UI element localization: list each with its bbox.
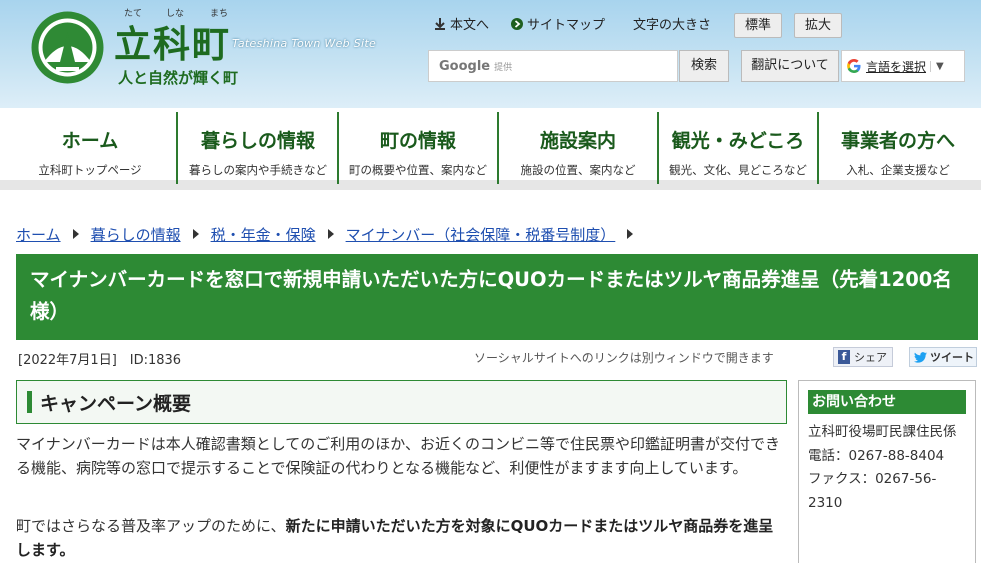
section-heading: キャンペーン概要	[16, 380, 787, 424]
google-provided-label: 提供	[494, 62, 513, 73]
campaign-paragraph-1: マイナンバーカードは本人確認書類としてのご利用のほか、お近くのコンビニ等で住民票…	[16, 435, 780, 477]
nav-item-sub: 町の概要や位置、案内など	[349, 163, 487, 177]
facebook-share-button[interactable]: f シェア	[833, 347, 893, 367]
paragraph-text: 町ではさらなる普及率アップのために、	[16, 517, 286, 535]
nav-item-business[interactable]: 事業者の方へ 入札、企業支援など	[820, 108, 976, 183]
nav-divider	[657, 112, 659, 184]
language-select-label: 言語を選択	[866, 59, 927, 74]
breadcrumb-arrow-icon	[627, 229, 634, 239]
nav-item-town-info[interactable]: 町の情報 町の概要や位置、案内など	[340, 108, 496, 183]
nav-item-tourism[interactable]: 観光・みどころ 観光、文化、見どころなど	[660, 108, 816, 183]
breadcrumb-tax[interactable]: 税・年金・保険	[211, 224, 316, 245]
nav-divider	[817, 112, 819, 184]
nav-item-title: 観光・みどころ	[671, 130, 805, 152]
breadcrumb-arrow-icon	[72, 229, 79, 239]
site-name-en: Tateshina Town Web Site	[232, 37, 377, 50]
sitemap-label: サイトマップ	[527, 18, 606, 33]
language-select[interactable]: 言語を選択 ▼	[841, 50, 965, 82]
breadcrumb-living[interactable]: 暮らしの情報	[91, 224, 181, 245]
skip-to-content-label: 本文へ	[450, 18, 490, 33]
nav-item-title: ホーム	[61, 130, 119, 152]
contact-heading: お問い合わせ	[808, 390, 966, 414]
nav-item-home[interactable]: ホーム 立科町トップページ	[22, 108, 158, 183]
campaign-paragraph-2: 町ではさらなる普及率アップのために、新たに申請いただいた方を対象にQUOカードま…	[16, 514, 786, 562]
page-date-id: [2022年7月1日] ID:1836	[18, 353, 182, 368]
nav-item-sub: 入札、企業支援など	[846, 163, 950, 177]
search-input[interactable]: Google 提供	[428, 50, 678, 82]
download-arrow-icon	[435, 17, 445, 30]
site-name[interactable]: 立科町	[114, 14, 231, 68]
google-brand-label: Google	[439, 58, 491, 74]
breadcrumb: ホーム 暮らしの情報 税・年金・保険 マイナンバー（社会保障・税番号制度）	[16, 222, 645, 246]
nav-divider	[176, 112, 178, 184]
breadcrumb-mynumber[interactable]: マイナンバー（社会保障・税番号制度）	[346, 224, 616, 245]
site-header: たて しな まち 立科町 Tateshina Town Web Site 人と自…	[0, 0, 981, 108]
nav-item-facilities[interactable]: 施設案内 施設の位置、案内など	[500, 108, 656, 183]
breadcrumb-arrow-icon	[327, 229, 334, 239]
nav-item-living[interactable]: 暮らしの情報 暮らしの案内や手続きなど	[180, 108, 336, 183]
twitter-share-button[interactable]: ツイート	[909, 347, 977, 367]
nav-item-sub: 観光、文化、見どころなど	[669, 163, 807, 177]
breadcrumb-arrow-icon	[192, 229, 199, 239]
nav-divider	[497, 112, 499, 184]
page-title-bar: マイナンバーカードを窓口で新規申請いただいた方にQUOカードまたはツルヤ商品券進…	[16, 254, 978, 340]
search-button[interactable]: 検索	[679, 50, 729, 82]
google-g-icon	[847, 59, 861, 73]
font-size-standard-button[interactable]: 標準	[734, 13, 783, 38]
nav-item-title: 町の情報	[379, 130, 456, 152]
breadcrumb-home[interactable]: ホーム	[16, 224, 61, 245]
circle-arrow-icon	[511, 17, 523, 30]
page-title: マイナンバーカードを窓口で新規申請いただいた方にQUOカードまたはツルヤ商品券進…	[30, 268, 952, 323]
font-size-enlarge-button[interactable]: 拡大	[794, 13, 843, 38]
nav-item-title: 施設案内	[539, 130, 616, 152]
skip-to-content-link[interactable]: 本文へ	[433, 14, 489, 33]
contact-office: 立科町役場町民課住民係	[808, 424, 957, 440]
social-link-note: ソーシャルサイトへのリンクは別ウィンドウで開きます	[474, 351, 774, 365]
nav-item-title: 事業者の方へ	[840, 130, 955, 152]
translation-info-button[interactable]: 翻訳について	[741, 50, 839, 82]
town-logo-icon[interactable]	[30, 10, 105, 85]
heading-bar	[27, 391, 32, 413]
facebook-icon: f	[838, 350, 850, 364]
nav-divider	[337, 112, 339, 184]
nav-item-title: 暮らしの情報	[200, 130, 315, 152]
font-size-label: 文字の大きさ	[633, 18, 712, 33]
contact-box: お問い合わせ 立科町役場町民課住民係 電話：0267-88-8404 ファクス：…	[798, 380, 976, 563]
chevron-down-icon: ▼	[930, 60, 944, 72]
contact-body: 立科町役場町民課住民係 電話：0267-88-8404 ファクス：0267-56…	[808, 421, 968, 515]
facebook-share-label: シェア	[854, 351, 887, 364]
sitemap-link[interactable]: サイトマップ	[510, 14, 605, 33]
contact-fax: ファクス：0267-56-2310	[808, 471, 937, 511]
twitter-share-label: ツイート	[930, 351, 974, 364]
nav-item-sub: 施設の位置、案内など	[520, 163, 636, 177]
nav-item-sub: 立科町トップページ	[38, 163, 142, 177]
nav-item-sub: 暮らしの案内や手続きなど	[189, 163, 327, 177]
contact-phone: 電話：0267-88-8404	[808, 447, 945, 464]
section-title: キャンペーン概要	[40, 392, 192, 415]
site-tagline: 人と自然が輝く町	[118, 69, 239, 87]
twitter-bird-icon	[914, 351, 927, 363]
